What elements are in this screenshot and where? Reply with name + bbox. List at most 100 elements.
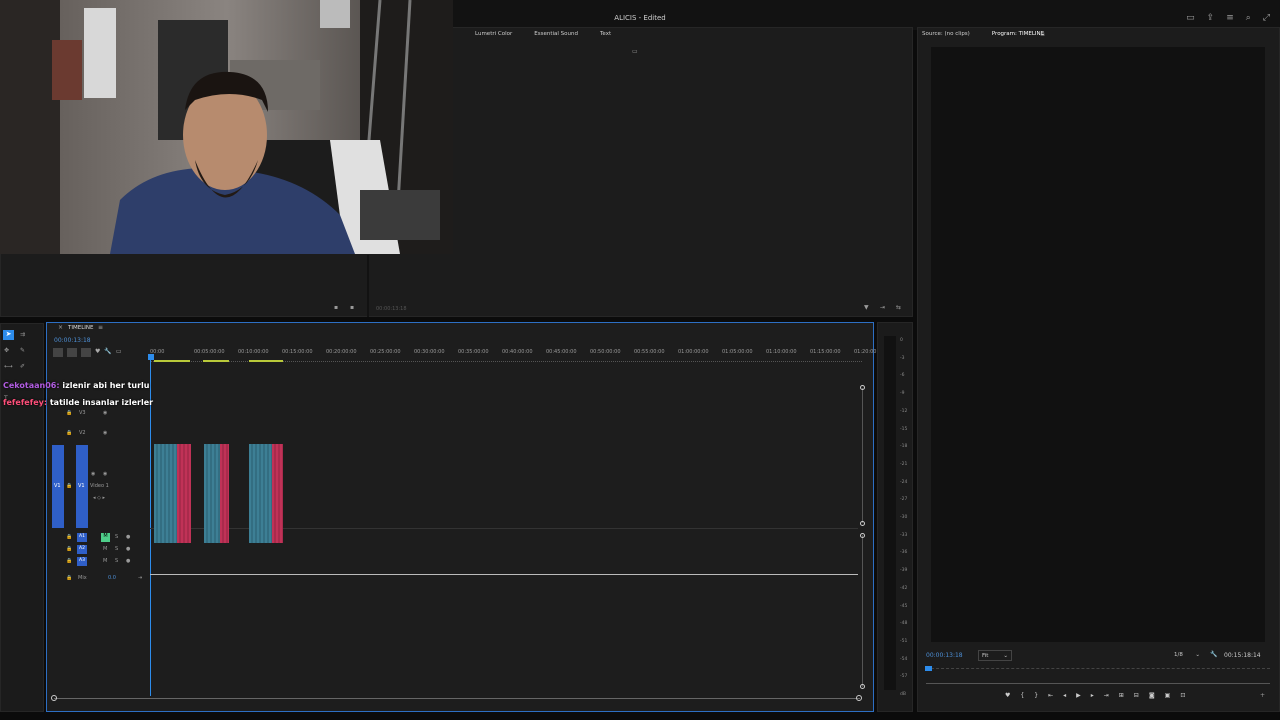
- video-clip[interactable]: [204, 444, 220, 543]
- track-a3-mute-button[interactable]: M: [103, 558, 107, 564]
- track-select-icon[interactable]: ⇉: [20, 331, 25, 338]
- meter-scale-label: -27: [900, 497, 908, 503]
- step-back-icon[interactable]: ◂: [1063, 692, 1066, 699]
- horizontal-scrollbar[interactable]: [54, 698, 860, 699]
- search-icon[interactable]: ⌕: [1246, 13, 1251, 23]
- video-clip[interactable]: [220, 444, 229, 543]
- track-a2-solo-button[interactable]: S: [115, 546, 118, 552]
- settings-icon[interactable]: ⇆: [896, 304, 901, 311]
- play-icon[interactable]: ▶: [1076, 692, 1081, 699]
- ripple-tool-icon[interactable]: ✥: [4, 347, 9, 354]
- track-v3-lock-icon[interactable]: 🔒: [66, 410, 72, 416]
- snap-icon[interactable]: [67, 348, 77, 357]
- track-a2-mic-icon[interactable]: ●: [126, 546, 130, 552]
- meter-bar: [884, 336, 896, 690]
- ruler-label: 00:55:00:00: [634, 349, 665, 355]
- video-clip[interactable]: [177, 444, 191, 543]
- nest-icon[interactable]: [53, 348, 63, 357]
- audio-scroll-handle-top[interactable]: [860, 533, 865, 538]
- tab-essential-sound[interactable]: Essential Sound: [534, 31, 578, 37]
- meter-scale-label: -45: [900, 603, 908, 609]
- track-v2-eye-icon[interactable]: ◉: [103, 430, 107, 436]
- track-a2-lock-icon[interactable]: 🔒: [66, 546, 72, 552]
- timeline-close-icon[interactable]: ×: [58, 324, 63, 331]
- timeline-title: TIMELINE: [68, 325, 94, 331]
- resolution-select[interactable]: 1/8 ⌄: [1171, 650, 1203, 661]
- add-button-icon[interactable]: +: [1260, 692, 1265, 699]
- audio-scroll-handle-bottom[interactable]: [860, 684, 865, 689]
- track-a1-lock-icon[interactable]: 🔒: [66, 534, 72, 540]
- folder-icon[interactable]: ▪: [334, 304, 338, 311]
- track-a3-label[interactable]: A3: [77, 557, 87, 566]
- tab-source[interactable]: Source: (no clips): [922, 31, 970, 37]
- hscroll-handle-right[interactable]: [856, 695, 862, 701]
- track-mix-value[interactable]: 0.0: [108, 575, 116, 581]
- go-to-in-icon[interactable]: ⇤: [1048, 692, 1053, 699]
- ruler-label: 01:15:00:00: [810, 349, 841, 355]
- mix-end-icon[interactable]: ⇥: [138, 575, 142, 581]
- track-v2-lock-icon[interactable]: 🔒: [66, 430, 72, 436]
- compare-icon[interactable]: ▣: [1165, 692, 1171, 699]
- timeline-menu-icon[interactable]: ≡: [98, 324, 103, 331]
- slip-tool-icon[interactable]: ⟷: [4, 363, 13, 370]
- export-frame-icon[interactable]: ◙: [1149, 692, 1155, 699]
- mark-in-icon[interactable]: {: [1020, 692, 1024, 699]
- export-icon[interactable]: ⇥: [880, 304, 885, 311]
- track-a1-mute-button[interactable]: M: [101, 533, 110, 542]
- video-clip[interactable]: [272, 444, 283, 543]
- razor-tool-icon[interactable]: ✎: [20, 347, 25, 354]
- extract-icon[interactable]: ⊟: [1134, 692, 1139, 699]
- add-marker-icon[interactable]: ♥: [95, 348, 100, 357]
- step-forward-icon[interactable]: ▸: [1091, 692, 1094, 699]
- timeline-settings-icon[interactable]: 🔧: [104, 348, 111, 357]
- track-a1-label[interactable]: A1: [77, 533, 87, 542]
- video-scroll-handle-top[interactable]: [860, 385, 865, 390]
- tab-menu-icon[interactable]: ≡: [1040, 31, 1045, 38]
- video-scrollbar[interactable]: [862, 388, 863, 523]
- filter-icon[interactable]: ▼: [864, 304, 869, 311]
- track-v1-eye-icon[interactable]: ◉: [91, 471, 95, 477]
- pen-tool-icon[interactable]: ✐: [20, 363, 25, 370]
- track-a2-mute-button[interactable]: M: [103, 546, 107, 552]
- playhead-line[interactable]: [150, 356, 151, 696]
- track-a3-mic-icon[interactable]: ●: [126, 558, 130, 564]
- track-v3-eye-icon[interactable]: ◉: [103, 410, 107, 416]
- track-a2-label[interactable]: A2: [77, 545, 87, 554]
- captions-icon[interactable]: ▭: [116, 348, 122, 357]
- track-a3-lock-icon[interactable]: 🔒: [66, 558, 72, 564]
- webcam-overlay: [0, 0, 453, 254]
- marker-icon[interactable]: ♥: [1005, 692, 1010, 699]
- expand-icon[interactable]: ⤢: [1263, 13, 1270, 23]
- lift-icon[interactable]: ⊞: [1119, 692, 1124, 699]
- list-icon[interactable]: ▪: [350, 304, 354, 311]
- track-a1-mic-icon[interactable]: ●: [126, 534, 130, 540]
- audio-scrollbar[interactable]: [862, 535, 863, 687]
- track-v1-lock-icon[interactable]: 🔒: [66, 483, 72, 489]
- tab-text[interactable]: Text: [600, 31, 611, 37]
- wrench-icon[interactable]: 🔧: [1210, 651, 1217, 658]
- selection-tool-icon[interactable]: ➤: [3, 330, 14, 340]
- button-editor-icon[interactable]: ⊡: [1180, 692, 1185, 699]
- tab-program[interactable]: Program: TIMELINE: [992, 31, 1044, 37]
- video-clip[interactable]: [154, 444, 177, 543]
- linked-selection-icon[interactable]: [81, 348, 91, 357]
- hscroll-handle-left[interactable]: [51, 695, 57, 701]
- video-clip[interactable]: [249, 444, 272, 543]
- playhead-handle[interactable]: [148, 354, 154, 360]
- tab-lumetri-color[interactable]: Lumetri Color: [475, 31, 512, 37]
- monitor-playhead-marker[interactable]: [925, 666, 932, 671]
- monitor-scrollbar[interactable]: [926, 683, 1270, 684]
- track-a1-solo-button[interactable]: S: [115, 534, 118, 540]
- video-scroll-handle-bottom[interactable]: [860, 521, 865, 526]
- track-a3-solo-button[interactable]: S: [115, 558, 118, 564]
- menu-icon[interactable]: ≡: [1226, 13, 1234, 23]
- share-icon[interactable]: ⇪: [1207, 13, 1215, 23]
- track-v1-eye2-icon[interactable]: ◉: [103, 471, 107, 477]
- go-to-out-icon[interactable]: ⇥: [1104, 692, 1109, 699]
- workspace-icon[interactable]: ▭: [1186, 13, 1195, 23]
- mark-out-icon[interactable]: }: [1034, 692, 1038, 699]
- fit-select[interactable]: Fit ⌄: [978, 650, 1012, 661]
- track-mix-lock-icon[interactable]: 🔒: [66, 575, 72, 581]
- keyframe-nav-icon[interactable]: ◂ ◇ ▸: [93, 495, 105, 501]
- frame-icon[interactable]: ▭: [632, 48, 638, 55]
